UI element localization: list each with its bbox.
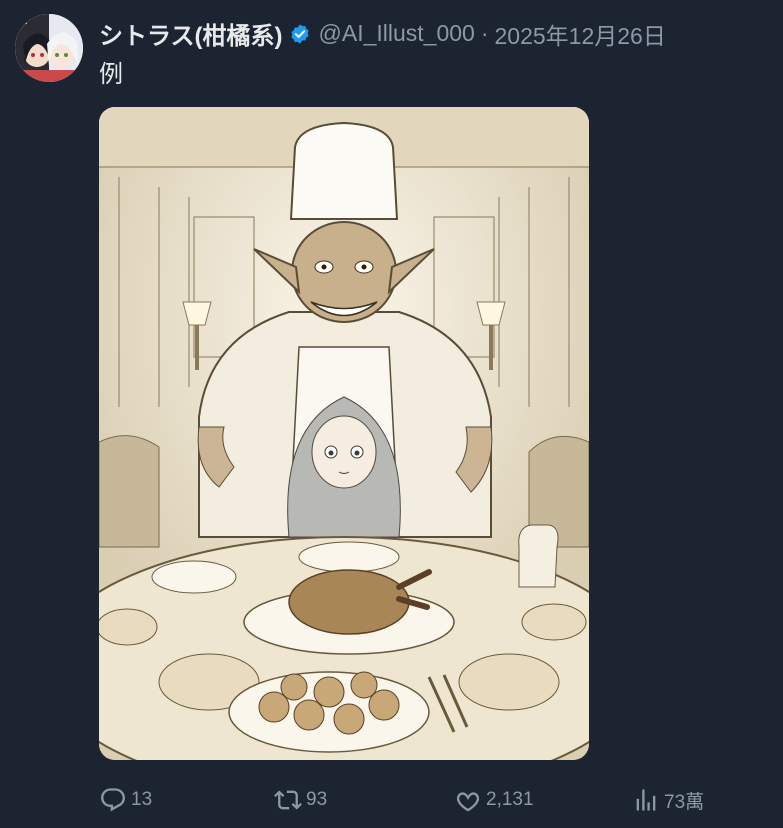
heart-icon [456, 792, 480, 812]
post-date[interactable]: 2025年12月26日 [495, 17, 666, 51]
views-icon [636, 789, 656, 811]
post-text: 例 [99, 61, 123, 88]
post-image[interactable] [99, 107, 589, 760]
post-actions: 13 93 2,131 73萬 [99, 784, 739, 816]
like-button[interactable]: 2,131 [454, 784, 534, 816]
reply-count: 13 [131, 789, 153, 810]
reply-button[interactable]: 13 [99, 784, 152, 816]
views-button[interactable]: 73萬 [632, 784, 704, 816]
display-name[interactable]: シトラス(柑橘系) [99, 16, 283, 51]
like-count: 2,131 [486, 789, 534, 810]
goblin-chef-illustration [99, 107, 589, 760]
user-handle[interactable]: @AI_Illust_000 [319, 20, 475, 47]
repost-count: 93 [306, 789, 328, 810]
views-count: 73萬 [664, 791, 705, 813]
repost-icon [274, 790, 302, 810]
reply-icon [101, 788, 125, 812]
avatar[interactable] [15, 14, 83, 82]
separator-dot: · [480, 20, 489, 46]
repost-button[interactable]: 93 [274, 784, 327, 816]
verified-badge-icon [289, 23, 311, 45]
avatar-image [15, 14, 83, 82]
post-header: シトラス(柑橘系) @AI_Illust_000 · 2025年12月26日 [99, 16, 773, 51]
